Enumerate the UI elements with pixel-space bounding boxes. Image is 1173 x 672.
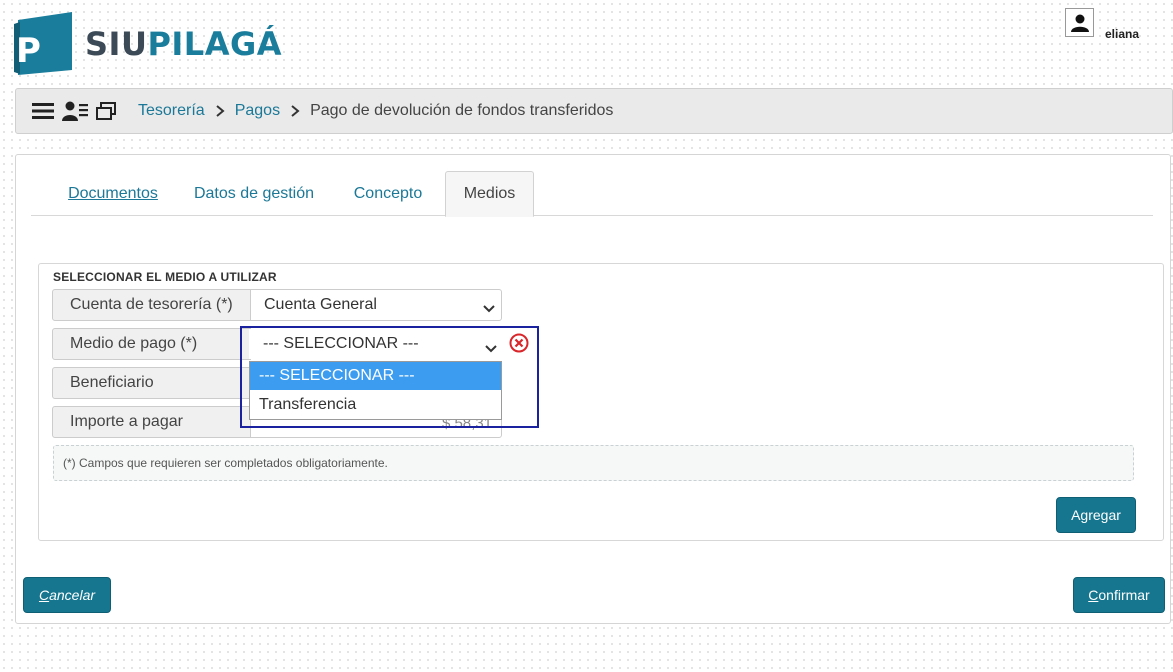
tab-label: Documentos: [68, 184, 158, 202]
breadcrumb-tesoreria[interactable]: Tesorería: [138, 102, 205, 120]
cuenta-select[interactable]: Cuenta General: [250, 289, 502, 321]
main-panel: Documentos Datos de gestión Concepto Med…: [15, 154, 1171, 624]
cancelar-accesskey: C: [38, 587, 50, 603]
tab-label: Concepto: [353, 184, 423, 202]
breadcrumb-bar: Tesorería Pagos Pago de devolución de fo…: [15, 88, 1173, 134]
required-note: (*) Campos que requieren ser completados…: [53, 445, 1134, 481]
breadcrumb-pagos[interactable]: Pagos: [235, 102, 280, 120]
tab-documentos[interactable]: Documentos: [62, 171, 164, 216]
cancelar-button[interactable]: Cancelar: [23, 577, 111, 613]
agregar-button[interactable]: Agregar: [1056, 497, 1136, 533]
logo-letter: P: [16, 31, 41, 71]
toolbar-icons: [32, 100, 116, 122]
chevron-right-icon: [290, 105, 300, 117]
cuenta-value: Cuenta General: [264, 296, 377, 313]
importe-label: Importe a pagar: [52, 406, 251, 438]
cancelar-label-rest: ancelar: [49, 587, 96, 603]
medio-pago-select[interactable]: --- SELECCIONAR ---: [249, 329, 502, 359]
tab-bar: Documentos Datos de gestión Concepto Med…: [31, 171, 1153, 217]
section-title: SELECCIONAR EL MEDIO A UTILIZAR: [53, 270, 277, 284]
cuenta-label: Cuenta de tesorería (*): [52, 289, 251, 321]
medio-section: SELECCIONAR EL MEDIO A UTILIZAR Cuenta d…: [38, 263, 1164, 541]
tab-label: Datos de gestión: [193, 184, 315, 202]
user-list-icon[interactable]: [62, 100, 88, 122]
chevron-down-icon: [485, 340, 497, 358]
windows-icon[interactable]: [96, 102, 116, 120]
app-name-pilaga: PILAGÁ: [147, 25, 282, 63]
medio-value: --- SELECCIONAR ---: [263, 335, 419, 352]
option-seleccionar[interactable]: --- SELECCIONAR ---: [250, 362, 501, 390]
chevron-right-icon: [215, 105, 225, 117]
confirmar-accesskey: C: [1088, 587, 1099, 603]
tab-concepto[interactable]: Concepto: [343, 171, 433, 216]
chevron-down-icon: [483, 300, 495, 318]
confirmar-button[interactable]: Confirmar: [1073, 577, 1165, 613]
tab-medios[interactable]: Medios: [445, 171, 534, 217]
app-logo: P SIUPILAGÁ: [14, 12, 282, 76]
medio-label: Medio de pago (*): [52, 328, 251, 360]
user-name: eliana: [1105, 27, 1140, 41]
option-transferencia[interactable]: Transferencia: [250, 391, 501, 419]
user-menu[interactable]: eliana: [1065, 8, 1165, 42]
medio-pago-options: --- SELECCIONAR --- Transferencia: [249, 361, 502, 420]
clear-error-icon[interactable]: [509, 333, 529, 353]
tab-label: Medios: [463, 185, 516, 202]
logo-mark-icon: P: [14, 12, 75, 76]
confirmar-label-rest: onfirmar: [1098, 587, 1150, 603]
menu-icon[interactable]: [32, 102, 54, 120]
tab-datos-gestion[interactable]: Datos de gestión: [187, 171, 321, 216]
beneficiario-label: Beneficiario: [52, 367, 251, 399]
app-name-siu: SIU: [85, 25, 148, 63]
user-icon[interactable]: [1065, 8, 1094, 37]
app-name: SIUPILAGÁ: [85, 28, 282, 60]
breadcrumb-current: Pago de devolución de fondos transferido…: [310, 102, 614, 119]
